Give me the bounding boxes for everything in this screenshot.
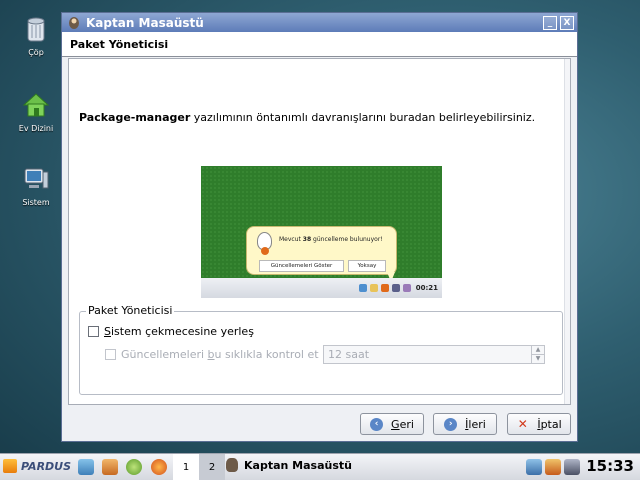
taskbar-window-item[interactable]: Kaptan Masaüstü: [226, 458, 352, 472]
desktop-switch-2[interactable]: 2: [199, 454, 225, 480]
desktop-icon-label: Çöp: [28, 48, 44, 57]
tray-checkbox-text: istem çekmecesine yerleş: [110, 325, 254, 338]
description-bold: Package-manager: [79, 111, 191, 124]
next-button[interactable]: › İleri: [433, 413, 497, 435]
preview-clock: 00:21: [415, 284, 438, 292]
spin-arrows: ▲ ▼: [531, 346, 544, 363]
description-rest: yazılımının öntanımlı davranışlarını bur…: [190, 111, 536, 124]
next-label: İleri: [465, 418, 486, 431]
package-icon: [380, 284, 389, 292]
preview-panel-strip: 00:21: [201, 278, 442, 298]
tray-checkbox-row[interactable]: Sistem çekmecesine yerleş: [88, 325, 254, 338]
cancel-rest: ptal: [540, 417, 562, 431]
interval-value: 12 saat: [328, 348, 370, 361]
back-rest: eri: [399, 417, 414, 431]
preview-image: Mevcut 38 güncelleme bulunuyor! Güncelle…: [201, 166, 442, 298]
interval-pre: Güncellemeleri: [121, 348, 208, 361]
kaptan-icon: [69, 17, 79, 29]
network-icon: [358, 284, 367, 292]
home-icon: [22, 93, 50, 117]
desktop-switch-1[interactable]: 1: [173, 454, 199, 480]
firefox-launcher-icon[interactable]: [151, 459, 167, 475]
settings-launcher-icon[interactable]: [126, 459, 142, 475]
wizard-window: Kaptan Masaüstü _ X Paket Yöneticisi Pac…: [61, 12, 578, 442]
start-menu-button[interactable]: PARDUS: [3, 459, 71, 473]
ignore-button: Yoksay: [348, 260, 386, 272]
arrow-left-icon: ‹: [370, 417, 384, 431]
desktop-icon-trash[interactable]: Çöp: [8, 14, 64, 57]
interval-checkbox[interactable]: [105, 349, 116, 360]
cat-tray-icon: [402, 284, 411, 292]
minimize-button[interactable]: _: [543, 15, 557, 30]
tray-checkbox[interactable]: [88, 326, 99, 337]
window-title: Kaptan Masaüstü: [86, 15, 204, 30]
page-title: Paket Yöneticisi: [62, 32, 577, 57]
balloon-count: 38: [302, 236, 312, 243]
user-tray-icon[interactable]: [564, 459, 580, 475]
next-rest: leri: [468, 417, 486, 431]
desktop-icon-label: Ev Dizini: [18, 124, 54, 133]
start-label: PARDUS: [21, 459, 72, 473]
desktop-icon-label: Sistem: [22, 198, 50, 207]
kaptan-task-icon: [226, 458, 238, 472]
home-launcher-icon[interactable]: [102, 459, 118, 475]
balloon-prefix: Mevcut: [279, 236, 303, 243]
back-label: Geri: [391, 418, 414, 431]
trash-icon: [27, 17, 45, 42]
task-title: Kaptan Masaüstü: [244, 458, 352, 472]
package-manager-groupbox: Paket Yöneticisi Sistem çekmecesine yerl…: [79, 304, 563, 395]
cancel-x-icon: ✕: [517, 416, 528, 431]
interval-checkbox-label: Güncellemeleri bu sıklıkla kontrol et: [121, 348, 319, 361]
scrollbar[interactable]: [564, 59, 570, 404]
network-tray-icon[interactable]: [526, 459, 542, 475]
tray-checkbox-mnemonic: S: [104, 325, 111, 338]
balloon-suffix: güncelleme bulunuyor!: [311, 236, 383, 243]
desktop-icon-home[interactable]: Ev Dizini: [8, 90, 64, 133]
description-text: Package-manager yazılımının öntanımlı da…: [79, 111, 535, 124]
interval-mnemonic: b: [207, 348, 215, 361]
back-button[interactable]: ‹ Geri: [360, 413, 424, 435]
tray-checkbox-label: Sistem çekmecesine yerleş: [104, 325, 254, 338]
notification-balloon: Mevcut 38 güncelleme bulunuyor! Güncelle…: [246, 226, 397, 282]
spin-up-icon[interactable]: ▲: [532, 346, 544, 355]
interval-checkbox-row[interactable]: Güncellemeleri bu sıklıkla kontrol et: [105, 348, 319, 361]
network-launcher-icon[interactable]: [78, 459, 94, 475]
cat-icon: [257, 232, 272, 255]
wizard-content: Package-manager yazılımının öntanımlı da…: [68, 58, 571, 405]
taskbar-clock: 15:33: [586, 457, 634, 475]
groupbox-title: Paket Yöneticisi: [86, 304, 175, 317]
window-titlebar[interactable]: Kaptan Masaüstü _ X: [62, 13, 577, 32]
clipboard-icon: [369, 284, 378, 292]
cancel-label: İptal: [537, 418, 561, 431]
balloon-message: Mevcut 38 güncelleme bulunuyor!: [279, 236, 383, 243]
show-updates-button: Güncellemeleri Göster: [259, 260, 344, 272]
spin-down-icon[interactable]: ▼: [532, 355, 544, 363]
user-icon: [391, 284, 400, 292]
pardus-logo-icon: [3, 459, 17, 473]
close-button[interactable]: X: [560, 15, 574, 30]
taskbar: PARDUS 1 2 Kaptan Masaüstü 15:33: [0, 453, 640, 480]
arrow-right-icon: ›: [444, 417, 458, 431]
interval-post: u sıklıkla kontrol et: [214, 348, 319, 361]
back-mnemonic: G: [391, 417, 400, 431]
cancel-button[interactable]: ✕ İptal: [507, 413, 571, 435]
computer-icon: [24, 168, 49, 189]
interval-spinbox[interactable]: 12 saat ▲ ▼: [323, 345, 545, 364]
package-tray-icon[interactable]: [545, 459, 561, 475]
button-row: ‹ Geri › İleri ✕ İptal: [68, 409, 571, 435]
desktop-icon-system[interactable]: Sistem: [8, 164, 64, 207]
